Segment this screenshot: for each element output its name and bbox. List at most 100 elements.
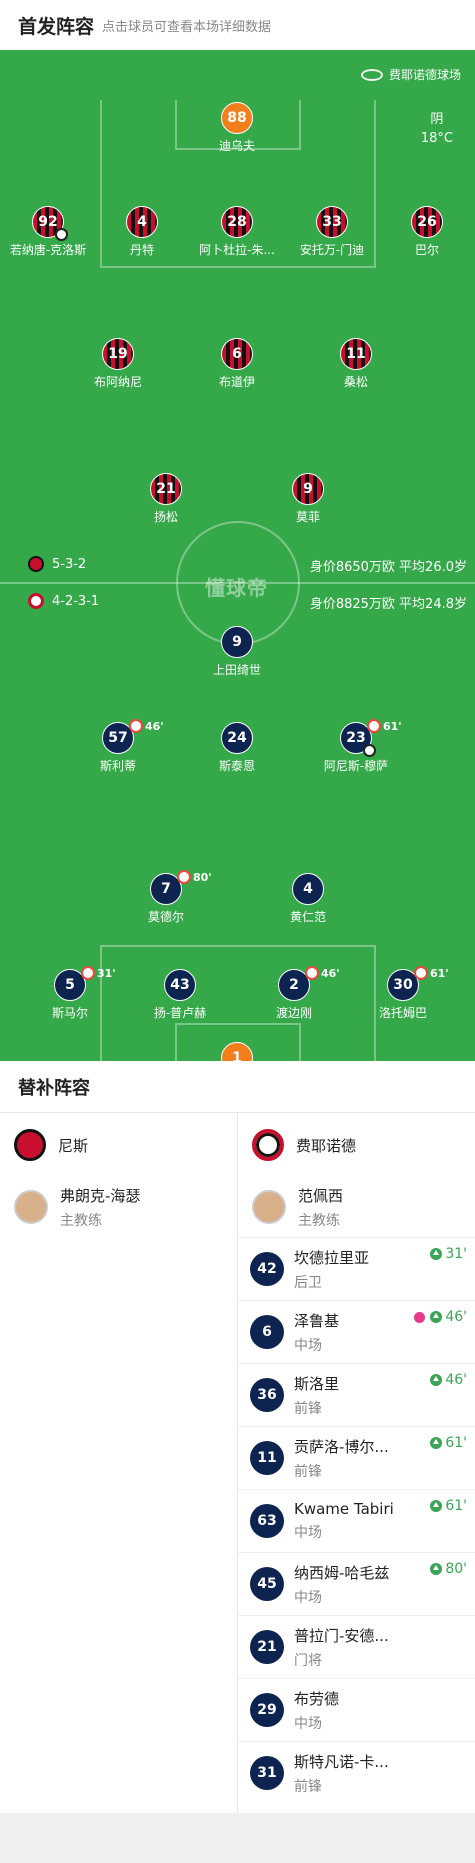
sub-player-row[interactable]: 11 贡萨洛-博尔... 前锋 61' — [238, 1426, 475, 1489]
player-away[interactable]: 4 黄仁范 — [253, 873, 363, 925]
sub-player-row[interactable]: 63 Kwame Tabiri 中场 61' — [238, 1489, 475, 1552]
sub-number: 45 — [250, 1567, 284, 1601]
player-number: 92 — [38, 214, 58, 230]
player-name: 莫菲 — [295, 510, 320, 524]
sub-name: 纳西姆-哈毛兹 — [294, 1563, 390, 1582]
player-number: 4 — [292, 873, 324, 905]
player-away[interactable]: 24 斯泰恩 — [182, 722, 292, 774]
player-number: 2 — [289, 977, 299, 993]
sub-player-row[interactable]: 31 斯特凡诺-卡... 前锋 — [238, 1741, 475, 1804]
player-number: 9 — [221, 626, 253, 658]
player-home[interactable]: 19 布阿纳尼 — [63, 338, 173, 390]
player-disc: 2 46' — [278, 966, 340, 1001]
player-away[interactable]: 43 扬-普卢赫 — [125, 969, 235, 1021]
sub-player-row[interactable]: 42 坎德拉里亚 后卫 31' — [238, 1237, 475, 1300]
player-name: 上田绮世 — [212, 663, 261, 677]
player-number: 7 — [161, 881, 171, 897]
weather-temp: 18°C — [420, 131, 453, 146]
sub-in-icon — [430, 1311, 443, 1323]
sub-in-badge: 61' — [430, 1435, 467, 1451]
sub-position: 门将 — [294, 1652, 322, 1669]
player-name: 渡边刚 — [275, 1006, 312, 1020]
player-disc: 7 80' — [150, 870, 212, 905]
sub-out-icon — [367, 719, 381, 733]
player-name: 阿卜杜拉-朱... — [199, 243, 275, 257]
sub-in-icon — [430, 1374, 443, 1386]
player-number: 33 — [316, 206, 348, 238]
lineup-header: 首发阵容 点击球员可查看本场详细数据 — [0, 0, 475, 50]
sub-in-icon — [430, 1500, 443, 1512]
player-number: 9 — [292, 473, 324, 505]
player-home[interactable]: 26 巴尔 — [372, 206, 475, 258]
player-away[interactable]: 9 上田绮世 — [182, 626, 292, 678]
player-home[interactable]: 6 布道伊 — [182, 338, 292, 390]
home-info-row: 5-3-2 身价8650万欧 平均26.0岁 — [0, 556, 475, 576]
player-number: 19 — [102, 338, 134, 370]
sub-out-icon — [414, 966, 428, 980]
ball-icon — [55, 228, 68, 241]
subs-panel: 尼斯 弗朗克-海瑟 主教练 费耶诺德 范佩西 主教练 42 坎德拉里亚 后卫 31… — [0, 1113, 475, 1813]
coach-avatar — [14, 1190, 48, 1224]
player-home-gk[interactable]: 88 迪乌夫 — [182, 102, 292, 154]
sub-out-badge: 61' — [367, 719, 402, 733]
player-number: 21 — [150, 473, 182, 505]
sub-in-badge: 31' — [430, 1246, 467, 1262]
coach-name: 范佩西 — [298, 1186, 344, 1205]
player-home[interactable]: 21 扬松 — [111, 473, 221, 525]
bottom-spacer — [0, 1813, 475, 1863]
away-formation: 4-2-3-1 — [52, 593, 100, 609]
page-title: 首发阵容 — [18, 15, 95, 38]
player-home[interactable]: 4 丹特 — [87, 206, 197, 258]
sub-number: 31 — [250, 1756, 284, 1790]
player-number: 23 — [346, 730, 366, 746]
coach-avatar — [252, 1190, 286, 1224]
player-away[interactable]: 30 61' 洛托姆巴 — [348, 966, 458, 1021]
player-number: 11 — [340, 338, 372, 370]
away-subs-column: 费耶诺德 范佩西 主教练 42 坎德拉里亚 后卫 31' 6 泽鲁基 中场 46' … — [237, 1113, 475, 1813]
sub-number: 36 — [250, 1378, 284, 1412]
sub-player-row[interactable]: 45 纳西姆-哈毛兹 中场 80' — [238, 1552, 475, 1615]
player-name: 莫德尔 — [147, 910, 184, 924]
sub-name: 斯洛里 — [294, 1374, 340, 1393]
sub-player-row[interactable]: 21 普拉门-安德... 门将 — [238, 1615, 475, 1678]
player-away[interactable]: 57 46' 斯利蒂 — [63, 719, 173, 774]
player-number: 5 — [65, 977, 75, 993]
coach-role: 主教练 — [298, 1212, 340, 1229]
player-away[interactable]: 5 31' 斯马尔 — [15, 966, 125, 1021]
away-team-row[interactable]: 费耶诺德 — [238, 1113, 475, 1177]
sub-player-row[interactable]: 6 泽鲁基 中场 46' — [238, 1300, 475, 1363]
player-away[interactable]: 2 46' 渡边刚 — [239, 966, 349, 1021]
sub-in-badge: 61' — [430, 1498, 467, 1514]
home-coach[interactable]: 弗朗克-海瑟 主教练 — [0, 1177, 237, 1237]
nice-crest-icon — [14, 1129, 46, 1161]
player-name: 洛托姆巴 — [378, 1006, 427, 1020]
home-team-row[interactable]: 尼斯 — [0, 1113, 237, 1177]
home-subs-column: 尼斯 弗朗克-海瑟 主教练 — [0, 1113, 237, 1813]
home-formation: 5-3-2 — [52, 556, 87, 572]
player-name: 桑松 — [343, 375, 368, 389]
sub-name: 泽鲁基 — [294, 1311, 340, 1330]
sub-out-badge: 31' — [81, 966, 116, 980]
player-name: 布阿纳尼 — [93, 375, 142, 389]
subs-title: 替补阵容 — [0, 1061, 475, 1113]
player-name: 阿尼斯-穆萨 — [323, 759, 389, 773]
player-away-gk[interactable]: 1 拜洛 — [182, 1042, 292, 1061]
player-home[interactable]: 28 阿卜杜拉-朱... — [182, 206, 292, 258]
player-name: 斯利蒂 — [99, 759, 136, 773]
player-home[interactable]: 33 安托万-门迪 — [277, 206, 387, 258]
player-away[interactable]: 7 80' 莫德尔 — [111, 870, 221, 925]
ball-icon — [363, 744, 376, 757]
player-home[interactable]: 9 莫菲 — [253, 473, 363, 525]
weather: 阴 18°C — [421, 110, 453, 148]
sub-number: 63 — [250, 1504, 284, 1538]
player-name: 斯泰恩 — [218, 759, 255, 773]
player-away[interactable]: 23 61' 阿尼斯-穆萨 — [301, 719, 411, 774]
sub-player-row[interactable]: 29 布劳德 中场 — [238, 1678, 475, 1741]
feyenoord-crest-icon — [28, 593, 44, 609]
away-coach[interactable]: 范佩西 主教练 — [238, 1177, 475, 1237]
player-home[interactable]: 11 桑松 — [301, 338, 411, 390]
sub-player-row[interactable]: 36 斯洛里 前锋 46' — [238, 1363, 475, 1426]
venue: 费耶诺德球场 — [360, 66, 461, 83]
player-name: 扬-普卢赫 — [153, 1006, 207, 1020]
player-disc: 57 46' — [102, 719, 164, 754]
